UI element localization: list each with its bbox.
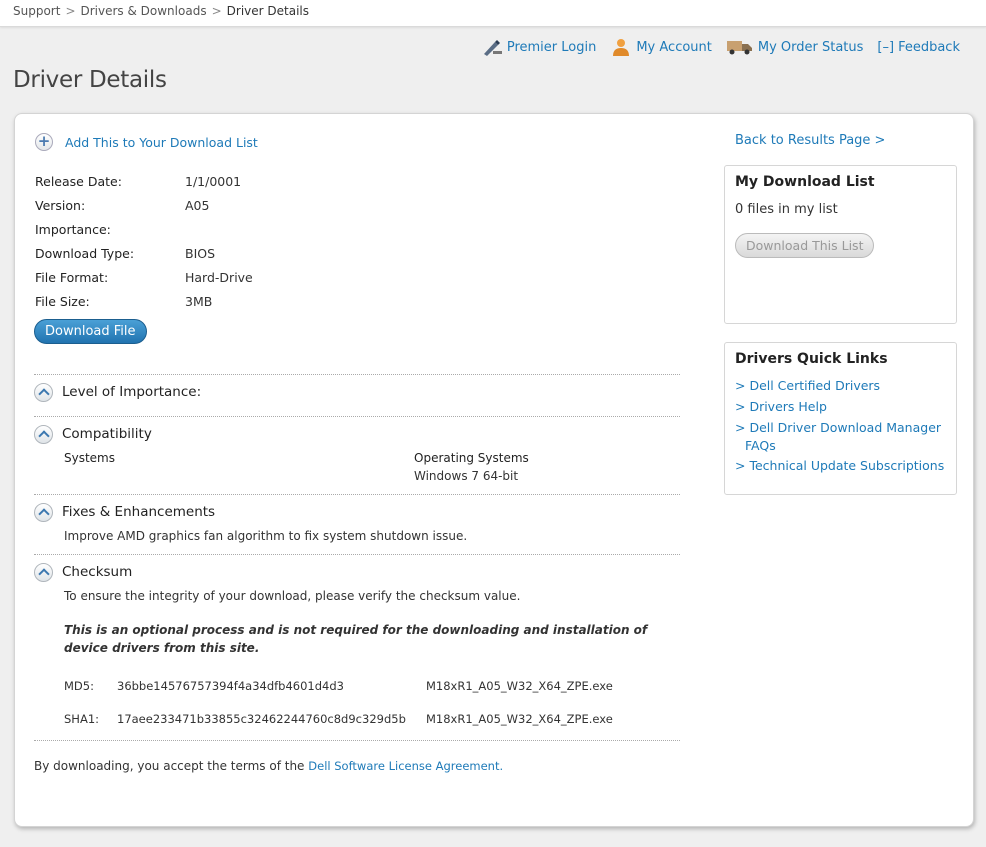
section-title: Level of Importance: (62, 384, 202, 400)
driver-details-list: Release Date: 1/1/0001 Version: A05 Impo… (35, 169, 253, 313)
section-title: Fixes & Enhancements (62, 504, 216, 520)
section-fixes: Fixes & Enhancements Improve AMD graphic… (34, 494, 680, 555)
quick-links-list: > Dell Certified Drivers > Drivers Help … (735, 375, 946, 476)
license-agreement-link[interactable]: Dell Software License Agreement. (308, 759, 503, 773)
checksum-note: This is an optional process and is not r… (64, 623, 648, 655)
my-account-link[interactable]: My Account (636, 40, 712, 55)
my-account-link-group[interactable]: My Account (610, 38, 712, 56)
systems-column: Systems (64, 451, 414, 495)
chevron-up-icon[interactable] (34, 382, 53, 402)
utility-links: Premier Login My Account My Order Status… (467, 38, 960, 56)
quick-links-title: Drivers Quick Links (735, 351, 888, 367)
detail-row-file-size: File Size: 3MB (35, 289, 253, 313)
detail-row-version: Version: A05 (35, 193, 253, 217)
sha1-label: SHA1: (64, 711, 100, 726)
feedback-link-group[interactable]: [–] Feedback (877, 40, 960, 55)
add-to-download-list[interactable]: + Add This to Your Download List (35, 133, 258, 151)
checksum-body: To ensure the integrity of your download… (34, 589, 680, 735)
detail-row-importance: Importance: (35, 217, 253, 241)
back-to-results-link[interactable]: Back to Results Page > (735, 133, 885, 148)
feedback-link[interactable]: Feedback (898, 40, 960, 55)
person-icon (610, 38, 632, 56)
quick-link-download-manager-faqs[interactable]: FAQs (735, 438, 776, 453)
version-value: A05 (185, 197, 210, 213)
os-column: Operating Systems Windows 7 64-bit (414, 451, 529, 495)
download-list-title: My Download List (735, 174, 875, 190)
feedback-icon: [–] (877, 39, 895, 55)
checksum-intro: To ensure the integrity of your download… (64, 589, 521, 603)
download-file-button[interactable]: Download File (34, 319, 147, 344)
breadcrumb-drivers-downloads[interactable]: Drivers & Downloads (81, 4, 207, 18)
sha1-file: M18xR1_A05_W32_X64_ZPE.exe (426, 711, 613, 726)
chevron-up-icon[interactable] (34, 424, 53, 444)
fixes-text: Improve AMD graphics fan algorithm to fi… (64, 529, 468, 543)
plus-icon[interactable]: + (35, 133, 53, 151)
order-status-link-group[interactable]: My Order Status (726, 38, 864, 56)
download-type-value: BIOS (185, 245, 216, 261)
license-terms: By downloading, you accept the terms of … (34, 759, 503, 773)
chevron-up-icon[interactable] (34, 502, 53, 522)
add-to-list-link[interactable]: Add This to Your Download List (65, 135, 258, 150)
breadcrumb-separator: > (65, 4, 76, 18)
quick-link-drivers-help[interactable]: > Drivers Help (735, 399, 827, 414)
order-status-link[interactable]: My Order Status (758, 40, 864, 55)
section-header-importance[interactable]: Level of Importance: (34, 375, 680, 409)
detail-row-download-type: Download Type: BIOS (35, 241, 253, 265)
breadcrumb-current: Driver Details (226, 4, 309, 18)
md5-label: MD5: (64, 678, 94, 693)
compatibility-table: Systems Operating Systems Windows 7 64-b… (34, 451, 680, 495)
importance-label: Importance: (35, 221, 111, 237)
section-title: Compatibility (62, 426, 152, 442)
version-label: Version: (35, 197, 86, 213)
file-format-label: File Format: (35, 269, 109, 285)
drivers-quick-links-box: Drivers Quick Links > Dell Certified Dri… (724, 342, 957, 495)
section-header-fixes[interactable]: Fixes & Enhancements (34, 495, 680, 529)
files-count: 0 files in my list (735, 202, 838, 217)
section-level-of-importance: Level of Importance: (34, 374, 680, 409)
detail-row-file-format: File Format: Hard-Drive (35, 265, 253, 289)
premier-login-link[interactable]: Premier Login (507, 40, 597, 55)
section-compatibility: Compatibility Systems Operating Systems … (34, 416, 680, 495)
terms-text: By downloading, you accept the terms of … (34, 759, 309, 773)
download-type-label: Download Type: (35, 245, 135, 261)
md5-file: M18xR1_A05_W32_X64_ZPE.exe (426, 678, 613, 693)
file-format-value: Hard-Drive (185, 269, 253, 285)
section-header-checksum[interactable]: Checksum (34, 555, 680, 589)
page-title: Driver Details (13, 67, 167, 93)
md5-value: 36bbe14576757394f4a34dfb4601d4d3 (117, 678, 344, 693)
breadcrumb-separator: > (211, 4, 222, 18)
download-this-list-button[interactable]: Download This List (735, 233, 875, 258)
release-date-value: 1/1/0001 (185, 173, 242, 189)
section-checksum: Checksum To ensure the integrity of your… (34, 554, 680, 741)
file-size-label: File Size: (35, 293, 90, 309)
pen-icon (481, 38, 503, 56)
checksum-row-sha1: SHA1: 17aee233471b33855c32462244760c8d9c… (64, 702, 680, 735)
breadcrumb-support[interactable]: Support (13, 4, 60, 18)
checksum-table: MD5: 36bbe14576757394f4a34dfb4601d4d3 M1… (64, 669, 680, 735)
section-title: Checksum (62, 564, 133, 580)
checksum-row-md5: MD5: 36bbe14576757394f4a34dfb4601d4d3 M1… (64, 669, 680, 702)
quick-link-technical-update-subscriptions[interactable]: > Technical Update Subscriptions (735, 458, 944, 473)
driver-details-panel: + Add This to Your Download List Release… (14, 113, 974, 827)
os-header: Operating Systems (414, 451, 529, 465)
truck-icon (726, 38, 754, 56)
premier-login-link-group[interactable]: Premier Login (481, 38, 597, 56)
quick-link-download-manager[interactable]: > Dell Driver Download Manager (735, 420, 941, 435)
detail-row-release-date: Release Date: 1/1/0001 (35, 169, 253, 193)
quick-link-certified-drivers[interactable]: > Dell Certified Drivers (735, 378, 880, 393)
chevron-up-icon[interactable] (34, 562, 53, 582)
my-download-list-box: My Download List 0 files in my list Down… (724, 165, 957, 324)
os-value: Windows 7 64-bit (414, 469, 519, 483)
sha1-value: 17aee233471b33855c32462244760c8d9c329d5b (117, 711, 406, 726)
file-size-value: 3MB (185, 293, 213, 309)
systems-header: Systems (64, 451, 115, 465)
section-header-compatibility[interactable]: Compatibility (34, 417, 680, 451)
release-date-label: Release Date: (35, 173, 122, 189)
breadcrumb: Support > Drivers & Downloads > Driver Detai… (0, 0, 986, 27)
